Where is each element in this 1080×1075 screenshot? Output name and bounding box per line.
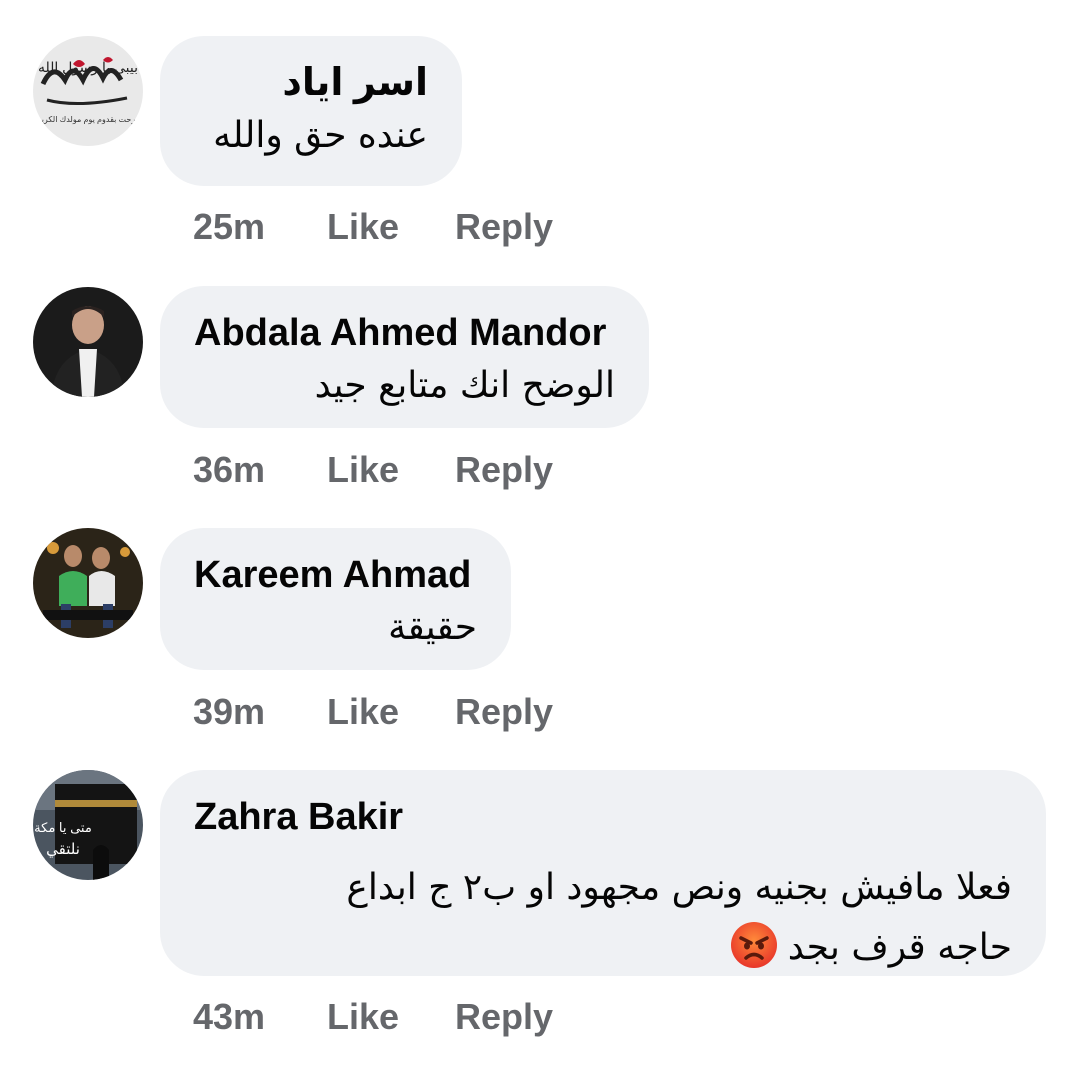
comment-author[interactable]: Zahra Bakir	[194, 794, 1012, 840]
comment-text: الوضح انك متابع جيد	[314, 365, 615, 406]
angry-face-icon	[730, 922, 777, 968]
avatar-caption-text: نلتقي	[46, 841, 80, 859]
comment-bubble: Zahra Bakir فعلا مافيش بجنيه ونص مجهود ا…	[160, 770, 1046, 976]
like-button[interactable]: Like	[327, 206, 399, 248]
avatar-calligraphy-image: بيبي يا رسول الله فرحت بقدوم يوم مولدك ا…	[33, 36, 143, 146]
like-button[interactable]: Like	[327, 691, 399, 733]
comment-text-line-2: حاجه قرف بجد	[194, 918, 1012, 978]
comment-author[interactable]: اسر اياد	[194, 60, 428, 106]
like-button[interactable]: Like	[327, 449, 399, 491]
comment-timestamp[interactable]: 39m	[193, 691, 265, 733]
comment-timestamp[interactable]: 43m	[193, 996, 265, 1038]
avatar-photo-image	[33, 528, 143, 638]
avatar-caption-text: متى يا مكة	[34, 820, 92, 835]
like-button[interactable]: Like	[327, 996, 399, 1038]
reply-button[interactable]: Reply	[455, 996, 553, 1038]
comment-author[interactable]: Kareem Ahmad	[194, 552, 477, 598]
comment-author[interactable]: Abdala Ahmed Mandor	[194, 310, 615, 356]
reply-button[interactable]: Reply	[455, 449, 553, 491]
comment-bubble: Kareem Ahmad حقيقة	[160, 528, 511, 670]
avatar-photo-image	[33, 287, 143, 397]
comment-text: حقيقة	[388, 607, 477, 648]
comment-timestamp[interactable]: 36m	[193, 449, 265, 491]
comment-text: عنده حق والله	[213, 115, 428, 156]
comment-bubble: Abdala Ahmed Mandor الوضح انك متابع جيد	[160, 286, 649, 428]
reply-button[interactable]: Reply	[455, 206, 553, 248]
comment-bubble: اسر اياد عنده حق والله	[160, 36, 462, 186]
avatar[interactable]: متى يا مكة نلتقي	[33, 770, 143, 880]
avatar-kaaba-image: متى يا مكة نلتقي	[33, 770, 143, 880]
avatar[interactable]: بيبي يا رسول الله فرحت بقدوم يوم مولدك ا…	[33, 36, 143, 146]
comment-text-fragment: حاجه قرف بجد	[787, 927, 1012, 968]
reply-button[interactable]: Reply	[455, 691, 553, 733]
avatar-caption-text: فرحت بقدوم يوم مولدك الكريم	[36, 115, 139, 124]
avatar-calligraphy-text: بيبي يا رسول الله	[38, 59, 138, 76]
comment-text: فعلا مافيش بجنيه ونص مجهود او ب٢ ج ابداع	[346, 867, 1012, 908]
avatar[interactable]	[33, 528, 143, 638]
comment-timestamp[interactable]: 25m	[193, 206, 265, 248]
avatar[interactable]	[33, 287, 143, 397]
